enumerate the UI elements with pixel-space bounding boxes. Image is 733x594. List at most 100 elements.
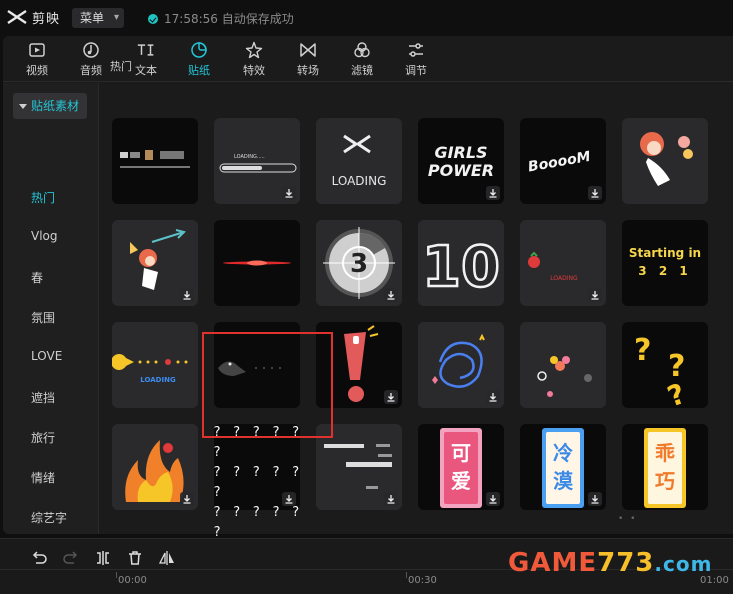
tab-video[interactable]: 视频 [11, 40, 63, 80]
question-marks-sticker: ? ? ? [634, 333, 690, 408]
mirror-icon [158, 551, 174, 565]
sidebar-item-atmosphere[interactable]: 氛围 [31, 309, 55, 326]
sticker-card[interactable] [112, 220, 198, 306]
sticker-card[interactable]: LOADING [112, 322, 198, 408]
loading-text: LOADING [332, 174, 387, 188]
scroll-indicator: • • [618, 514, 638, 524]
sticker-card[interactable] [418, 322, 504, 408]
tab-sticker[interactable]: 贴纸 [173, 40, 225, 80]
caret-down-icon [19, 104, 27, 109]
sticker-card[interactable]: ? ? ? [622, 322, 708, 408]
sidebar-item-cover[interactable]: 遮挡 [31, 389, 55, 406]
delete-button[interactable] [126, 549, 144, 567]
sidebar-item-spring[interactable]: 春 [31, 269, 43, 286]
text-icon [137, 44, 154, 56]
sticker-card[interactable] [112, 424, 198, 510]
download-icon[interactable] [180, 492, 194, 506]
watermark-game: GAME [508, 548, 598, 578]
girls-text: GIRLS [434, 143, 487, 162]
tab-transition[interactable]: 转场 [282, 40, 334, 80]
sticker-card[interactable] [316, 424, 402, 510]
download-icon[interactable] [588, 492, 602, 506]
download-icon[interactable] [384, 288, 398, 302]
split-button[interactable] [94, 549, 112, 567]
menu-button[interactable]: 菜单 ▾ [72, 8, 124, 28]
svg-text:可: 可 [451, 441, 471, 465]
save-status-text: 17:58:56 自动保存成功 [164, 12, 294, 26]
sticker-card[interactable]: 乖 巧 乖巧 [622, 424, 708, 510]
sidebar-item-travel[interactable]: 旅行 [31, 429, 55, 446]
filter-icon [354, 42, 370, 58]
tab-label: 调节 [405, 64, 427, 77]
chevron-down-icon: ▾ [113, 12, 119, 23]
power-text: POWER [428, 161, 494, 180]
sidebar-item-love[interactable]: LOVE [31, 349, 62, 363]
download-icon[interactable] [486, 492, 500, 506]
countdown-321-text: 3 2 1 [638, 264, 691, 278]
sticker-library-header[interactable]: 贴纸素材 [13, 93, 87, 119]
tick-mark [406, 572, 407, 578]
check-circle-icon [148, 13, 158, 24]
transition-icon [300, 43, 316, 57]
sticker-card[interactable]: 3 [316, 220, 402, 306]
audio-icon [83, 42, 99, 58]
sticker-card[interactable]: LOADING [316, 118, 402, 204]
sticker-card[interactable] [622, 118, 708, 204]
guaiqiao-sticker: 乖 巧 [644, 428, 686, 508]
sidebar-item-vlog[interactable]: Vlog [31, 229, 58, 243]
tab-adjust[interactable]: 调节 [390, 40, 442, 80]
red-light-line-sticker [223, 260, 291, 266]
question-grid-row: ? ? ? ? ? ? [213, 425, 302, 460]
download-icon[interactable] [486, 186, 500, 200]
sticker-card[interactable]: BooooM [520, 118, 606, 204]
tab-label: 滤镜 [351, 64, 373, 77]
trash-icon [129, 551, 141, 565]
sticker-card[interactable] [112, 118, 198, 204]
tick-label: 00:00 [118, 575, 147, 586]
starting-in-text: Starting in [629, 246, 701, 260]
svg-text:漠: 漠 [553, 469, 574, 493]
tab-filter[interactable]: 滤镜 [336, 40, 388, 80]
sticker-card[interactable]: 冷 漠 冷漠 [520, 424, 606, 510]
split-icon [97, 551, 109, 565]
sidebar-item-hot[interactable]: 热门 [31, 189, 55, 206]
ten-text: 10 [422, 235, 500, 300]
capcut-logo-icon [7, 10, 27, 24]
sticker-card[interactable]: Starting in 3 2 1 [622, 220, 708, 306]
undo-button[interactable] [30, 549, 48, 567]
flower-girl-sticker [640, 132, 693, 186]
app-logo: 剪映 [6, 7, 60, 27]
sticker-card[interactable]: LOADING [520, 220, 606, 306]
watermark: GAME773.com [508, 548, 712, 578]
sticker-card[interactable] [316, 322, 402, 408]
sticker-card[interactable] [214, 220, 300, 306]
sticker-card[interactable] [520, 322, 606, 408]
redo-button[interactable] [62, 549, 80, 567]
svg-text:爱: 爱 [451, 469, 471, 493]
loading-dots-text: LOADING [550, 275, 578, 282]
flower-doodle-sticker [537, 356, 592, 397]
section-title: 热门 [110, 60, 132, 73]
pacman-loading-text: LOADING [140, 376, 176, 384]
mirror-button[interactable] [158, 549, 176, 567]
sticker-card[interactable]: GIRLS POWER [418, 118, 504, 204]
sticker-card[interactable]: LOADING..... [214, 118, 300, 204]
download-icon[interactable] [588, 186, 602, 200]
download-icon[interactable] [384, 390, 398, 404]
download-icon[interactable] [486, 390, 500, 404]
sticker-card[interactable]: 10 [418, 220, 504, 306]
download-icon[interactable] [384, 492, 398, 506]
undo-icon [32, 551, 47, 564]
download-icon[interactable] [282, 186, 296, 200]
sidebar-item-variety-text[interactable]: 综艺字 [31, 509, 67, 526]
watermark-com: .com [654, 552, 713, 576]
adjust-icon [409, 43, 423, 57]
download-icon[interactable] [180, 288, 194, 302]
sticker-card[interactable]: 可 爱 可爱 [418, 424, 504, 510]
sidebar-item-emotion[interactable]: 情绪 [31, 469, 55, 486]
tick-mark [116, 572, 117, 578]
sticker-card[interactable] [214, 322, 300, 408]
tick-label: 00:30 [408, 575, 437, 586]
download-icon[interactable] [588, 288, 602, 302]
tab-effects[interactable]: 特效 [228, 40, 280, 80]
